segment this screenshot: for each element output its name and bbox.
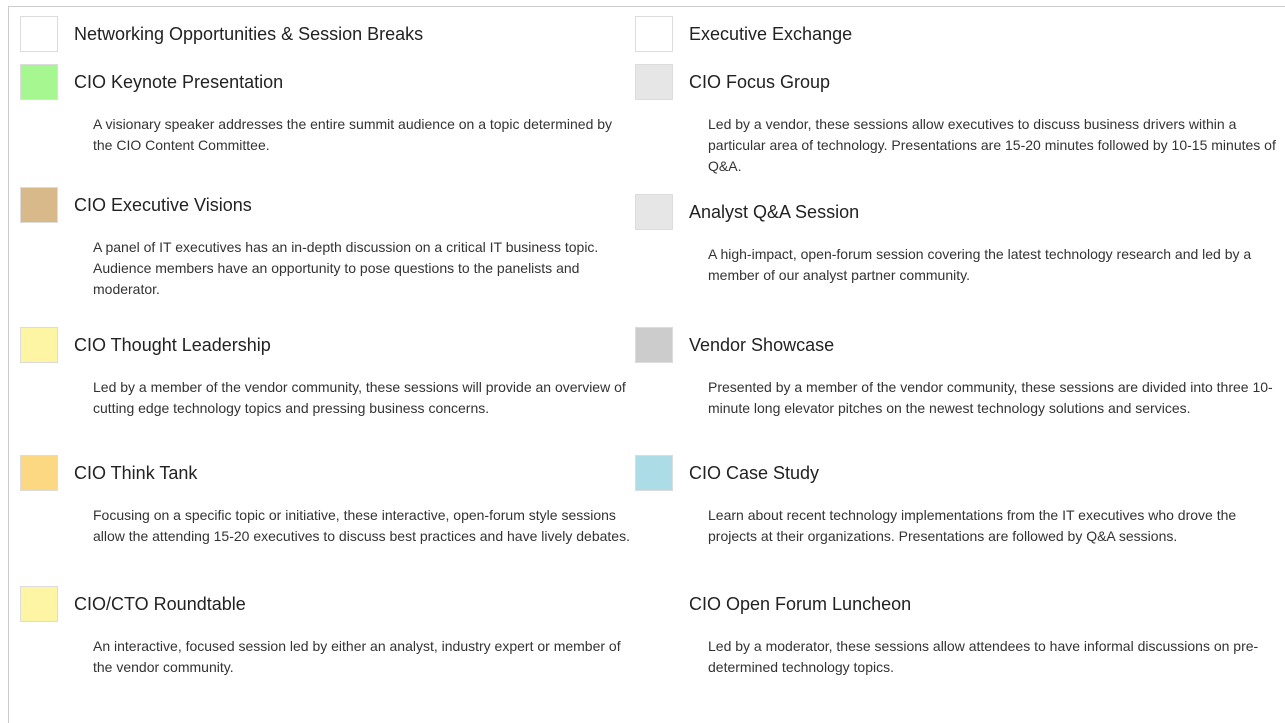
legend-item: CIO Focus Group Led by a vendor, these s… (635, 64, 1276, 194)
legend-item: CIO Thought Leadership Led by a member o… (20, 327, 626, 455)
legend-item: CIO/CTO Roundtable An interactive, focus… (20, 586, 621, 678)
session-type-description: Led by a member of the vendor community,… (93, 379, 626, 416)
color-swatch (635, 64, 673, 100)
color-swatch (635, 16, 673, 52)
legend-item: CIO Case Study Learn about recent techno… (635, 455, 1275, 586)
session-type-title: CIO Keynote Presentation (74, 72, 284, 92)
session-type-description: An interactive, focused session led by e… (93, 638, 621, 675)
color-swatch (20, 327, 58, 363)
color-swatch (635, 194, 673, 230)
session-type-description: Focusing on a specific topic or initiati… (93, 507, 630, 544)
session-type-description: Led by a vendor, these sessions allow ex… (708, 116, 1276, 174)
session-type-description: Led by a moderator, these sessions allow… (708, 638, 1259, 675)
color-swatch (635, 586, 673, 622)
session-type-description: Presented by a member of the vendor comm… (708, 379, 1273, 416)
legend-item: CIO Think Tank Focusing on a specific to… (20, 455, 630, 586)
legend-column-left: Networking Opportunities & Session Break… (20, 16, 630, 678)
session-type-description: A panel of IT executives has an in-depth… (93, 239, 599, 297)
session-type-title: CIO Focus Group (689, 72, 831, 92)
session-type-description: Learn about recent technology implementa… (708, 507, 1237, 544)
session-type-title: Networking Opportunities & Session Break… (74, 24, 424, 44)
session-type-description: A visionary speaker addresses the entire… (93, 116, 613, 153)
legend-item: Vendor Showcase Presented by a member of… (635, 327, 1275, 455)
session-type-title: Executive Exchange (689, 24, 853, 44)
session-type-title: CIO Open Forum Luncheon (689, 594, 912, 614)
legend-item: Executive Exchange (635, 16, 1275, 64)
color-swatch (20, 64, 58, 100)
color-swatch (20, 16, 58, 52)
legend-item: CIO Keynote Presentation A visionary spe… (20, 64, 620, 187)
color-swatch (20, 187, 58, 223)
color-swatch (20, 455, 58, 491)
session-type-title: CIO Thought Leadership (74, 335, 271, 355)
legend-column-right: Executive Exchange CIO Focus Group Led b… (635, 16, 1276, 678)
session-type-title: CIO Think Tank (74, 463, 198, 483)
color-swatch (635, 455, 673, 491)
legend-item: Networking Opportunities & Session Break… (20, 16, 620, 64)
color-swatch (635, 327, 673, 363)
color-swatch (20, 586, 58, 622)
legend-item: CIO Executive Visions A panel of IT exec… (20, 187, 620, 327)
session-type-title: Vendor Showcase (689, 335, 835, 355)
session-type-description: A high-impact, open-forum session coveri… (708, 246, 1252, 283)
session-type-title: CIO Case Study (689, 463, 820, 483)
session-type-title: CIO Executive Visions (74, 195, 252, 215)
session-type-title: Analyst Q&A Session (689, 202, 860, 222)
legend-item: Analyst Q&A Session A high-impact, open-… (635, 194, 1275, 327)
legend-item: CIO Open Forum Luncheon Led by a moderat… (635, 586, 1275, 678)
session-type-title: CIO/CTO Roundtable (74, 594, 246, 614)
